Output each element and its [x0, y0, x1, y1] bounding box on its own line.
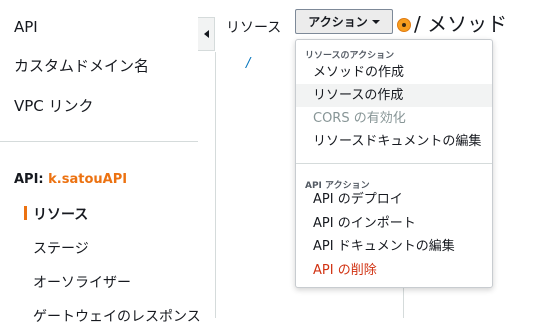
sidebar-item-stages[interactable]: ステージ [33, 238, 89, 258]
sidebar-item-custom-domain[interactable]: カスタムドメイン名 [14, 55, 149, 76]
sidebar-item-gateway-responses[interactable]: ゲートウェイのレスポンス [33, 306, 201, 326]
actions-button-label: アクション [308, 15, 368, 29]
api-name[interactable]: k.satouAPI [48, 172, 127, 187]
content-divider [403, 286, 404, 318]
menu-item-delete-api[interactable]: API の削除 [296, 259, 492, 282]
sidebar-item-resources[interactable]: リソース [33, 204, 88, 224]
menu-item-deploy-api[interactable]: API のデプロイ [296, 188, 492, 211]
menu-item-import-api[interactable]: API のインポート [296, 212, 492, 235]
actions-dropdown-menu: リソースのアクション メソッドの作成 リソースの作成 CORS の有効化 リソー… [295, 39, 493, 288]
menu-item-create-method[interactable]: メソッドの作成 [296, 61, 492, 84]
chevron-left-icon [203, 30, 209, 38]
api-label: API: k.satouAPI [14, 172, 127, 187]
menu-item-edit-resource-docs[interactable]: リソースドキュメントの編集 [296, 130, 492, 153]
active-indicator [24, 206, 27, 220]
resource-tree-root[interactable]: / [246, 56, 250, 71]
sidebar-divider [0, 141, 198, 142]
sidebar: API カスタムドメイン名 VPC リンク API: k.satouAPI リソ… [0, 0, 201, 325]
menu-item-create-resource[interactable]: リソースの作成 [296, 84, 492, 107]
menu-divider [296, 163, 492, 164]
menu-item-enable-cors: CORS の有効化 [313, 111, 406, 126]
cursor-dot-icon [397, 18, 411, 32]
menu-item-edit-api-docs[interactable]: API ドキュメントの編集 [296, 235, 492, 258]
sidebar-item-vpc-link[interactable]: VPC リンク [14, 95, 94, 116]
api-prefix: API: [14, 172, 49, 187]
method-title: / メソッド [414, 12, 508, 36]
resources-title: リソース [226, 20, 282, 36]
actions-dropdown-button[interactable]: アクション [295, 9, 393, 34]
resource-actions-header: リソースのアクション [305, 51, 395, 61]
panel-divider [215, 52, 216, 318]
sidebar-item-authorizers[interactable]: オーソライザー [33, 272, 131, 292]
caret-down-icon [371, 19, 380, 24]
sidebar-item-api[interactable]: API [14, 18, 38, 36]
sidebar-collapse-button[interactable] [198, 17, 215, 51]
